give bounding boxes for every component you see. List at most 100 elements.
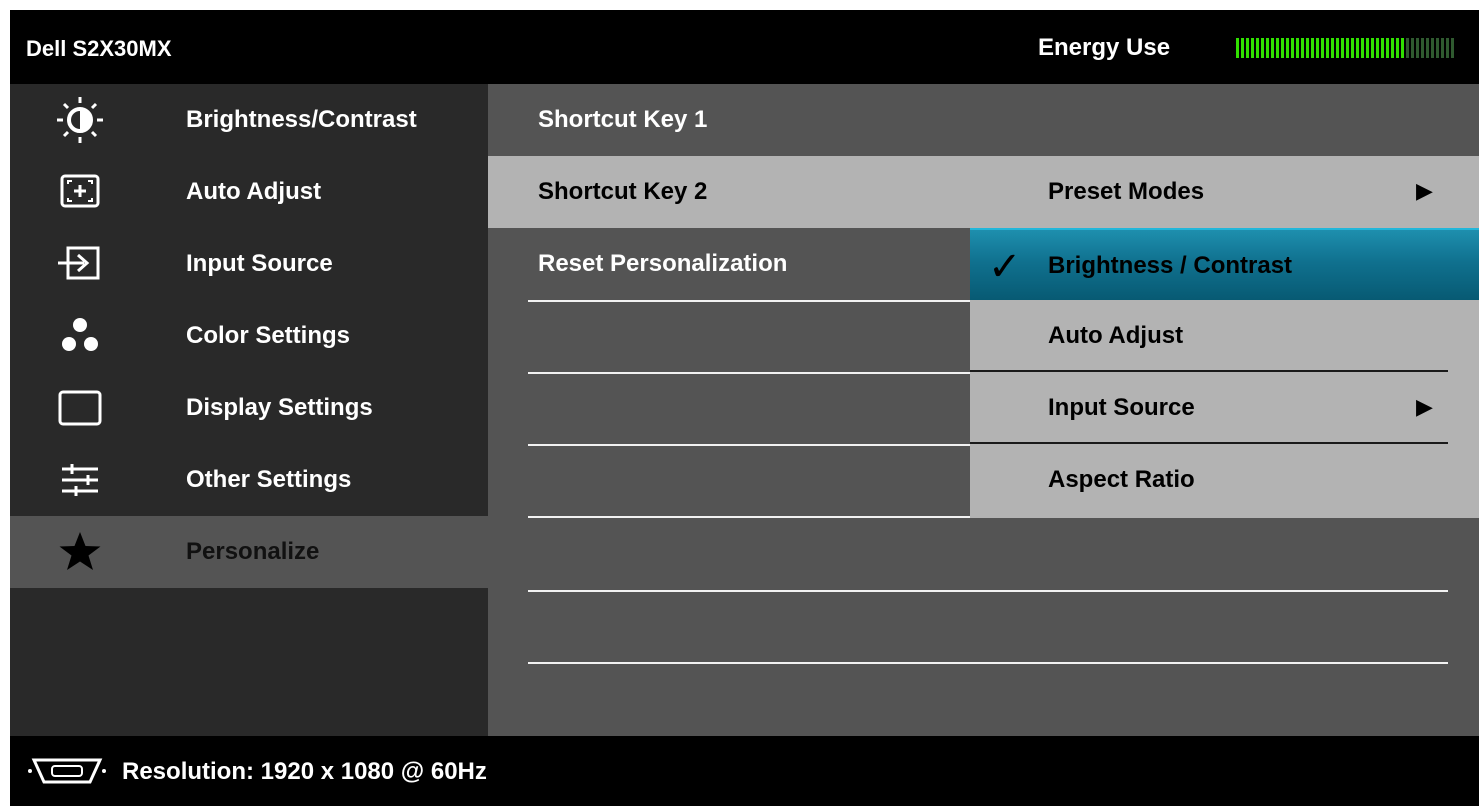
energy-meter-segment [1416, 38, 1419, 58]
energy-meter-segment [1366, 38, 1369, 58]
sidebar-item-label: Brightness/Contrast [186, 106, 417, 133]
energy-meter-segment [1346, 38, 1349, 58]
energy-meter-segment [1381, 38, 1384, 58]
option-label: Preset Modes [1048, 178, 1205, 205]
checkmark-icon: ✓ [988, 245, 1022, 289]
arrow-right-icon: ▶ [1416, 394, 1433, 419]
energy-meter-segment [1441, 38, 1444, 58]
menu-divider [528, 300, 970, 302]
energy-meter-segment [1351, 38, 1354, 58]
sidebar-item-brightness-contrast[interactable]: Brightness/Contrast [10, 84, 488, 156]
option-divider [970, 442, 1448, 444]
menu-item-label: Shortcut Key 2 [538, 178, 708, 205]
energy-meter-segment [1376, 38, 1379, 58]
star-icon [56, 528, 104, 576]
sidebar-item-label: Auto Adjust [186, 178, 322, 205]
menu-item-label: Reset Personalization [538, 250, 788, 277]
monitor-osd-menu: Dell S2X30MX Energy Use Brightness/Contr… [10, 10, 1479, 806]
energy-meter-segment [1236, 38, 1239, 58]
option-divider [970, 370, 1448, 372]
energy-meter-segment [1256, 38, 1259, 58]
option-brightness-contrast[interactable]: ✓ Brightness / Contrast [970, 228, 1479, 300]
energy-meter-segment [1436, 38, 1439, 58]
display-settings-icon [56, 384, 104, 432]
energy-meter-segment [1431, 38, 1434, 58]
sidebar-item-input-source[interactable]: Input Source [10, 228, 488, 300]
monitor-model-title: Dell S2X30MX [26, 36, 172, 61]
auto-adjust-icon [56, 168, 104, 216]
other-settings-icon [56, 456, 104, 504]
menu-divider [528, 516, 970, 518]
energy-meter-segment [1361, 38, 1364, 58]
sidebar-item-label: Input Source [186, 250, 333, 277]
resolution-status: Resolution: 1920 x 1080 @ 60Hz [122, 758, 487, 785]
option-input-source[interactable]: Input Source ▶ [970, 372, 1479, 444]
energy-meter-segment [1301, 38, 1304, 58]
sidebar-item-other-settings[interactable]: Other Settings [10, 444, 488, 516]
main-menu-sidebar: Brightness/Contrast Auto Adjust Input So… [10, 84, 488, 736]
menu-divider [528, 662, 1448, 664]
shortcut-options-list: Preset Modes ▶ ✓ Brightness / Contrast A… [970, 156, 1479, 518]
energy-meter-segment [1276, 38, 1279, 58]
sidebar-item-label: Personalize [186, 538, 320, 565]
energy-meter-segment [1386, 38, 1389, 58]
menu-divider [528, 590, 1448, 592]
energy-meter-segment [1271, 38, 1274, 58]
sidebar-item-auto-adjust[interactable]: Auto Adjust [10, 156, 488, 228]
option-label: Brightness / Contrast [1048, 252, 1293, 279]
energy-meter-segment [1291, 38, 1294, 58]
energy-meter-segment [1321, 38, 1324, 58]
energy-meter-segment [1426, 38, 1429, 58]
energy-use-label: Energy Use [1038, 34, 1171, 61]
energy-meter-segment [1306, 38, 1309, 58]
energy-meter-segment [1446, 38, 1449, 58]
energy-meter-segment [1336, 38, 1339, 58]
energy-meter-segment [1356, 38, 1359, 58]
shortcut-key-2-item[interactable]: Shortcut Key 2 [488, 156, 970, 228]
energy-meter-segment [1286, 38, 1289, 58]
reset-personalization-item[interactable]: Reset Personalization [488, 228, 970, 300]
energy-meter-segment [1281, 38, 1284, 58]
energy-meter-segment [1396, 38, 1399, 58]
sidebar-item-display-settings[interactable]: Display Settings [10, 372, 488, 444]
sidebar-item-color-settings[interactable]: Color Settings [10, 300, 488, 372]
sidebar-item-label: Other Settings [186, 466, 352, 493]
energy-meter-segment [1246, 38, 1249, 58]
option-label: Input Source [1048, 394, 1195, 421]
energy-meter-segment [1296, 38, 1299, 58]
energy-meter-segment [1411, 38, 1414, 58]
energy-use-meter [1236, 38, 1454, 58]
energy-meter-segment [1261, 38, 1264, 58]
energy-meter-segment [1326, 38, 1329, 58]
sidebar-item-label: Color Settings [186, 322, 351, 349]
energy-meter-segment [1451, 38, 1454, 58]
brightness-icon [56, 96, 104, 144]
option-preset-modes[interactable]: Preset Modes ▶ [970, 156, 1479, 228]
osd-footer: Resolution: 1920 x 1080 @ 60Hz [10, 736, 1479, 806]
menu-item-label: Shortcut Key 1 [538, 106, 708, 133]
energy-meter-segment [1316, 38, 1319, 58]
shortcut-key-1-item[interactable]: Shortcut Key 1 [488, 84, 970, 156]
menu-divider [528, 444, 970, 446]
sidebar-item-personalize[interactable]: Personalize [10, 516, 488, 588]
sidebar-item-label: Display Settings [186, 394, 373, 421]
energy-meter-segment [1371, 38, 1374, 58]
osd-header: Dell S2X30MX Energy Use [10, 10, 1479, 84]
energy-meter-segment [1421, 38, 1424, 58]
energy-meter-segment [1311, 38, 1314, 58]
energy-meter-segment [1251, 38, 1254, 58]
option-label: Aspect Ratio [1048, 466, 1195, 493]
energy-meter-segment [1331, 38, 1334, 58]
option-auto-adjust[interactable]: Auto Adjust [970, 300, 1479, 372]
energy-meter-segment [1401, 38, 1404, 58]
arrow-right-icon: ▶ [1416, 178, 1433, 203]
energy-meter-segment [1241, 38, 1244, 58]
menu-divider [528, 372, 970, 374]
option-label: Auto Adjust [1048, 322, 1184, 349]
option-aspect-ratio[interactable]: Aspect Ratio [970, 444, 1479, 516]
energy-meter-segment [1406, 38, 1409, 58]
energy-meter-segment [1266, 38, 1269, 58]
energy-meter-segment [1391, 38, 1394, 58]
color-settings-icon [56, 312, 104, 360]
energy-meter-segment [1341, 38, 1344, 58]
